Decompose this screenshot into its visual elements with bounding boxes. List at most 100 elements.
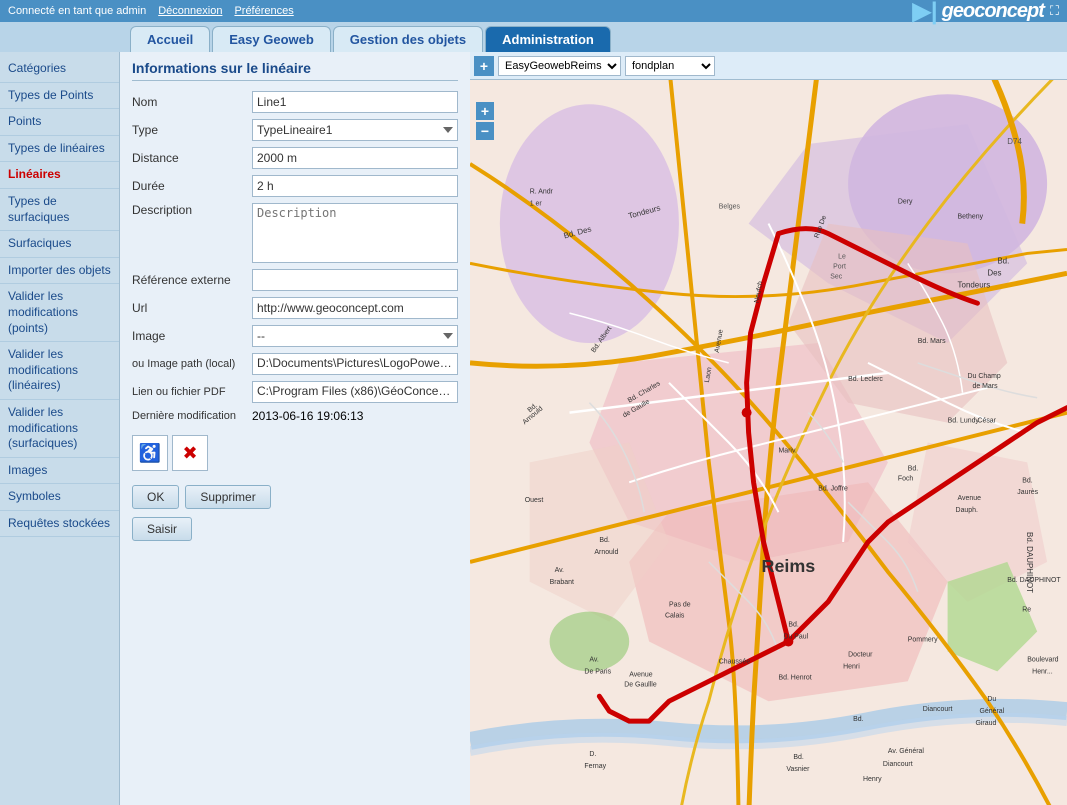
sidebar-item-types-surfaciques[interactable]: Types de surfaciques [0,189,119,231]
sidebar-item-points[interactable]: Points [0,109,119,136]
svg-text:Pommery: Pommery [908,637,938,644]
textarea-description[interactable] [252,203,458,263]
svg-text:D.: D. [589,751,596,758]
input-distance[interactable] [252,147,458,169]
zoom-out-button[interactable]: − [476,122,494,140]
topbar-right: ▶| geoconcept ⛶ [912,0,1059,26]
select-type[interactable]: TypeLineaire1 [252,119,458,141]
map-visualization[interactable]: Reims Bd. Des Tondeurs Bd. Des Tondeurs … [470,80,1067,805]
svg-text:Bd.: Bd. [853,716,864,723]
tab-gestion-objets[interactable]: Gestion des objets [333,26,483,52]
select-image[interactable]: -- [252,325,458,347]
svg-text:Calais: Calais [665,613,685,620]
label-image: Image [132,329,252,343]
svg-text:Docteur: Docteur [848,651,873,658]
svg-text:Port: Port [833,263,846,270]
sidebar-item-requetes-stockees[interactable]: Requêtes stockées [0,511,119,538]
svg-text:Bd.: Bd. [793,754,804,761]
sidebar: Catégories Types de Points Points Types … [0,52,120,805]
sidebar-item-valider-surfaciques[interactable]: Valider les modifications (surfaciques) [0,400,119,458]
sidebar-item-valider-lineaires[interactable]: Valider les modifications (linéaires) [0,342,119,400]
svg-text:Bd. Lundy: Bd. Lundy [948,418,980,425]
svg-text:De Paris: De Paris [584,668,611,675]
sidebar-item-valider-points[interactable]: Valider les modifications (points) [0,284,119,342]
label-derniere-modification: Dernière modification [132,410,252,422]
svg-text:De Gaullle: De Gaullle [624,681,657,688]
svg-text:Bd. DAUPHINOT: Bd. DAUPHINOT [1025,532,1034,593]
sidebar-item-lineaires[interactable]: Linéaires [0,162,119,189]
field-url: Url [132,297,458,319]
svg-text:Le: Le [838,253,846,260]
svg-text:Bd. Leclerc: Bd. Leclerc [848,376,883,383]
svg-text:Bd.: Bd. [997,256,1009,265]
svg-text:César: César [977,418,996,425]
label-nom: Nom [132,95,252,109]
ok-button[interactable]: OK [132,485,179,509]
topbar: Connecté en tant que admin Déconnexion P… [0,0,1067,22]
svg-text:Chaussée: Chaussée [719,658,750,665]
map-toolbar: + EasyGeowebReims fondplan [470,52,1067,80]
map-zoom-controls: + − [476,102,494,142]
field-distance: Distance [132,147,458,169]
sidebar-item-importer-objets[interactable]: Importer des objets [0,258,119,285]
tab-accueil[interactable]: Accueil [130,26,210,52]
svg-text:Général: Général [979,708,1004,715]
sidebar-item-categories[interactable]: Catégories [0,56,119,83]
input-url[interactable] [252,297,458,319]
input-reference-externe[interactable] [252,269,458,291]
svg-text:Du Paul: Du Paul [783,634,808,641]
svg-text:R. Andr: R. Andr [530,189,554,196]
sidebar-item-types-lineaires[interactable]: Types de linéaires [0,136,119,163]
value-lien-pdf: C:\Program Files (x86)\GéoConcept SA\GC4… [252,381,458,403]
svg-text:Dery: Dery [898,199,913,206]
field-lien-pdf: Lien ou fichier PDF C:\Program Files (x8… [132,381,458,403]
logo-symbol: ▶| [912,0,937,26]
form-wrapper: Informations sur le linéaire Nom Type Ty… [120,52,470,805]
field-description: Description [132,203,458,263]
layer-select[interactable]: fondplan [625,56,715,76]
saisir-button[interactable]: Saisir [132,517,192,541]
svg-text:Henry: Henry [863,776,882,783]
sidebar-item-images[interactable]: Images [0,458,119,485]
svg-text:Sec: Sec [830,273,843,280]
svg-text:Av.: Av. [555,567,564,574]
svg-text:D74: D74 [1007,137,1022,146]
svg-text:Bd.: Bd. [1022,477,1033,484]
warning-icon[interactable]: ✖ [172,435,208,471]
form-title: Informations sur le linéaire [132,60,458,81]
svg-text:Giraud: Giraud [975,720,996,727]
tab-administration[interactable]: Administration [485,26,611,52]
sidebar-item-surfaciques[interactable]: Surfaciques [0,231,119,258]
map-area: + EasyGeowebReims fondplan + − [470,52,1067,805]
svg-text:Dauph.: Dauph. [956,507,978,514]
logout-link[interactable]: Déconnexion [158,5,222,17]
field-derniere-modification: Dernière modification 2013-06-16 19:06:1… [132,409,458,423]
svg-text:1 er: 1 er [530,201,543,208]
input-duree[interactable] [252,175,458,197]
zoom-in-button[interactable]: + [476,102,494,120]
sidebar-item-symboles[interactable]: Symboles [0,484,119,511]
content-area: Informations sur le linéaire Nom Type Ty… [120,52,1067,805]
svg-text:Betheny: Betheny [958,214,984,221]
field-nom: Nom [132,91,458,113]
fullscreen-icon[interactable]: ⛶ [1050,3,1059,19]
svg-text:Avenue: Avenue [629,671,653,678]
svg-text:Fernay: Fernay [584,763,606,770]
tab-easy-geoweb[interactable]: Easy Geoweb [212,26,331,52]
field-type: Type TypeLineaire1 [132,119,458,141]
svg-text:Henr...: Henr... [1032,668,1053,675]
svg-text:Diancourt: Diancourt [883,761,913,768]
preferences-link[interactable]: Préférences [234,5,293,17]
svg-text:de Mars: de Mars [972,383,998,390]
svg-text:Brabant: Brabant [550,579,574,586]
accessibility-icon[interactable]: ♿ [132,435,168,471]
sidebar-item-types-points[interactable]: Types de Points [0,83,119,110]
input-nom[interactable] [252,91,458,113]
label-url: Url [132,301,252,315]
map-plus-button[interactable]: + [474,56,494,76]
svg-text:Vasnier: Vasnier [786,766,810,773]
supprimer-button[interactable]: Supprimer [185,485,270,509]
svg-text:Pas de: Pas de [669,602,691,609]
geoweb-select[interactable]: EasyGeowebReims [498,56,621,76]
svg-text:Boulevard: Boulevard [1027,656,1058,663]
